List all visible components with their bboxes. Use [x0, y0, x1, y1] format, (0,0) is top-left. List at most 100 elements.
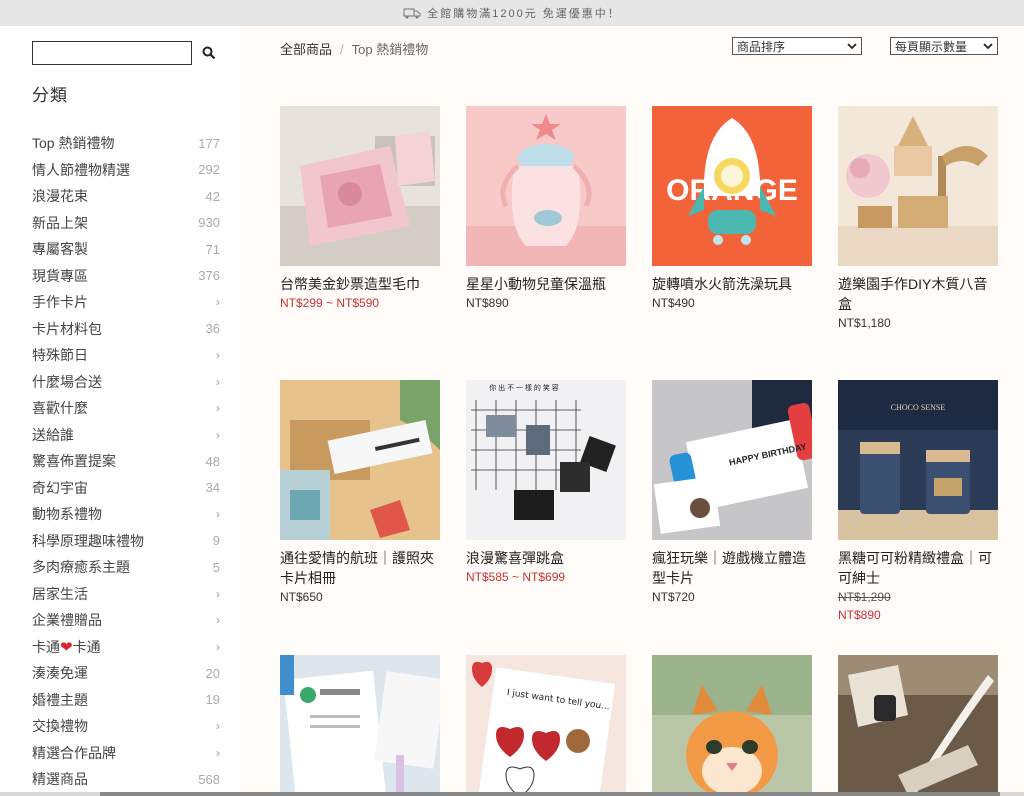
product-image[interactable]	[466, 106, 626, 266]
category-item[interactable]: 卡片材料包 36	[32, 316, 220, 343]
product-card[interactable]: 你 出 不 一 樣 的 笑 容 浪漫驚喜彈跳盒 NT$585 ~ NT$699	[466, 380, 626, 586]
chevron-right-icon[interactable]: ›	[210, 746, 220, 760]
category-item[interactable]: 動物系禮物 ›	[32, 501, 220, 528]
category-item[interactable]: 多肉療癒系主題 5	[32, 554, 220, 581]
per-page-select[interactable]: 每頁顯示數量	[890, 37, 998, 55]
product-card[interactable]: 通往愛情的航班｜護照夾卡片相冊 NT$650	[280, 380, 440, 606]
product-image[interactable]: ORANGE	[652, 106, 812, 266]
category-item[interactable]: 驚喜佈置提案 48	[32, 448, 220, 475]
category-item[interactable]: 奇幻宇宙 34	[32, 475, 220, 502]
chevron-right-icon[interactable]: ›	[210, 613, 220, 627]
product-image[interactable]	[838, 655, 998, 796]
category-item[interactable]: 浪漫花束 42	[32, 183, 220, 210]
product-card[interactable]: 遊樂園手作DIY木質八音盒 NT$1,180	[838, 106, 998, 332]
category-item[interactable]: 精選商品 568	[32, 766, 220, 793]
category-count: 292	[198, 162, 220, 178]
product-price: NT$490	[652, 296, 695, 310]
product-name[interactable]: 星星小動物兒童保溫瓶	[466, 274, 626, 294]
product-image[interactable]	[652, 655, 812, 796]
category-label: 卡片材料包	[32, 320, 102, 337]
product-image[interactable]	[280, 106, 440, 266]
product-card[interactable]	[838, 655, 998, 796]
breadcrumb-current: Top 熱銷禮物	[351, 42, 429, 57]
category-item[interactable]: 新品上架 930	[32, 210, 220, 237]
product-price: NT$299 ~ NT$590	[280, 296, 380, 310]
category-item[interactable]: 精選合作品牌 ›	[32, 740, 220, 767]
category-label: 多肉療癒系主題	[32, 559, 130, 576]
heart-icon: ❤	[60, 638, 73, 656]
search-icon[interactable]	[202, 46, 216, 60]
product-card[interactable]: 台幣美金鈔票造型毛巾 NT$299 ~ NT$590	[280, 106, 440, 312]
chevron-down-icon	[847, 43, 857, 50]
product-card[interactable]	[652, 655, 812, 796]
category-label: 喜歡什麼	[32, 400, 88, 417]
product-name[interactable]: 旋轉噴水火箭洗澡玩具	[652, 274, 812, 294]
sort-select-value: 商品排序	[737, 39, 786, 54]
category-item[interactable]: 什麼場合送 ›	[32, 369, 220, 396]
chevron-right-icon[interactable]: ›	[210, 295, 220, 309]
product-price: NT$720	[652, 590, 695, 604]
chevron-right-icon[interactable]: ›	[210, 375, 220, 389]
product-price: NT$585 ~ NT$699	[466, 570, 566, 584]
horizontal-scrollbar[interactable]	[0, 792, 1024, 796]
search-input[interactable]	[32, 41, 192, 65]
category-item[interactable]: 湊湊免運 20	[32, 660, 220, 687]
category-item[interactable]: 企業禮贈品 ›	[32, 607, 220, 634]
product-price: NT$650	[280, 590, 323, 604]
category-label: 婚禮主題	[32, 691, 88, 708]
product-name[interactable]: 通往愛情的航班｜護照夾卡片相冊	[280, 548, 440, 588]
product-card[interactable]: 星星小動物兒童保溫瓶 NT$890	[466, 106, 626, 312]
product-card[interactable]: CHOCO SENSE 黑糖可可粉精緻禮盒｜可可紳士 NT$1,290 NT$8…	[838, 380, 998, 624]
category-item[interactable]: 科學原理趣味禮物 9	[32, 528, 220, 555]
truck-icon	[403, 8, 421, 19]
product-image[interactable]: 你 出 不 一 樣 的 笑 容	[466, 380, 626, 540]
category-count: 5	[212, 559, 220, 575]
category-list: Top 熱銷禮物 177 情人節禮物精選 292 浪漫花束 42 新品上架 930 專屬…	[32, 130, 220, 793]
product-image[interactable]: I just want to tell you...	[466, 655, 626, 796]
product-name[interactable]: 黑糖可可粉精緻禮盒｜可可紳士	[838, 548, 998, 588]
category-count: 34	[205, 480, 220, 496]
category-item[interactable]: 送給誰 ›	[32, 422, 220, 449]
product-image[interactable]	[280, 380, 440, 540]
category-item[interactable]: 居家生活 ›	[32, 581, 220, 608]
product-name[interactable]: 浪漫驚喜彈跳盒	[466, 548, 626, 568]
chevron-right-icon[interactable]: ›	[210, 587, 220, 601]
category-item[interactable]: 特殊節日 ›	[32, 342, 220, 369]
product-card[interactable]: ORANGE 旋轉噴水火箭洗澡玩具 NT$490	[652, 106, 812, 312]
product-card[interactable]: HAPPY BIRTHDAY 瘋狂玩樂｜遊戲機立體造型卡片 NT$720	[652, 380, 812, 606]
category-item[interactable]: 喜歡什麼 ›	[32, 395, 220, 422]
category-item[interactable]: 卡通❤卡通 ›	[32, 634, 220, 661]
chevron-right-icon[interactable]: ›	[210, 719, 220, 733]
chevron-right-icon[interactable]: ›	[210, 640, 220, 654]
category-item[interactable]: 情人節禮物精選 292	[32, 157, 220, 184]
product-price: NT$1,180	[838, 316, 891, 330]
category-item[interactable]: 手作卡片 ›	[32, 289, 220, 316]
product-name[interactable]: 台幣美金鈔票造型毛巾	[280, 274, 440, 294]
product-image[interactable]	[838, 106, 998, 266]
chevron-right-icon[interactable]: ›	[210, 507, 220, 521]
category-item[interactable]: 婚禮主題 19	[32, 687, 220, 714]
category-item[interactable]: Top 熱銷禮物 177	[32, 130, 220, 157]
product-image[interactable]	[280, 655, 440, 796]
product-image[interactable]: HAPPY BIRTHDAY	[652, 380, 812, 540]
product-name[interactable]: 瘋狂玩樂｜遊戲機立體造型卡片	[652, 548, 812, 588]
category-label: 情人節禮物精選	[32, 161, 130, 178]
category-item[interactable]: 現貨專區 376	[32, 263, 220, 290]
category-count: 20	[205, 665, 220, 681]
scrollbar-thumb[interactable]	[100, 792, 1000, 796]
product-card[interactable]	[280, 655, 440, 796]
category-item[interactable]: 交換禮物 ›	[32, 713, 220, 740]
product-card[interactable]: I just want to tell you...	[466, 655, 626, 796]
product-name[interactable]: 遊樂園手作DIY木質八音盒	[838, 274, 998, 314]
product-image[interactable]: CHOCO SENSE	[838, 380, 998, 540]
breadcrumb-root-link[interactable]: 全部商品	[280, 42, 332, 57]
chevron-right-icon[interactable]: ›	[210, 348, 220, 362]
category-item[interactable]: 專屬客製 71	[32, 236, 220, 263]
sort-select[interactable]: 商品排序	[732, 37, 862, 55]
category-label: 手作卡片	[32, 294, 88, 311]
category-label: 動物系禮物	[32, 506, 102, 523]
chevron-right-icon[interactable]: ›	[210, 401, 220, 415]
category-label: 居家生活	[32, 585, 88, 602]
chevron-right-icon[interactable]: ›	[210, 428, 220, 442]
search-bar	[32, 41, 216, 65]
